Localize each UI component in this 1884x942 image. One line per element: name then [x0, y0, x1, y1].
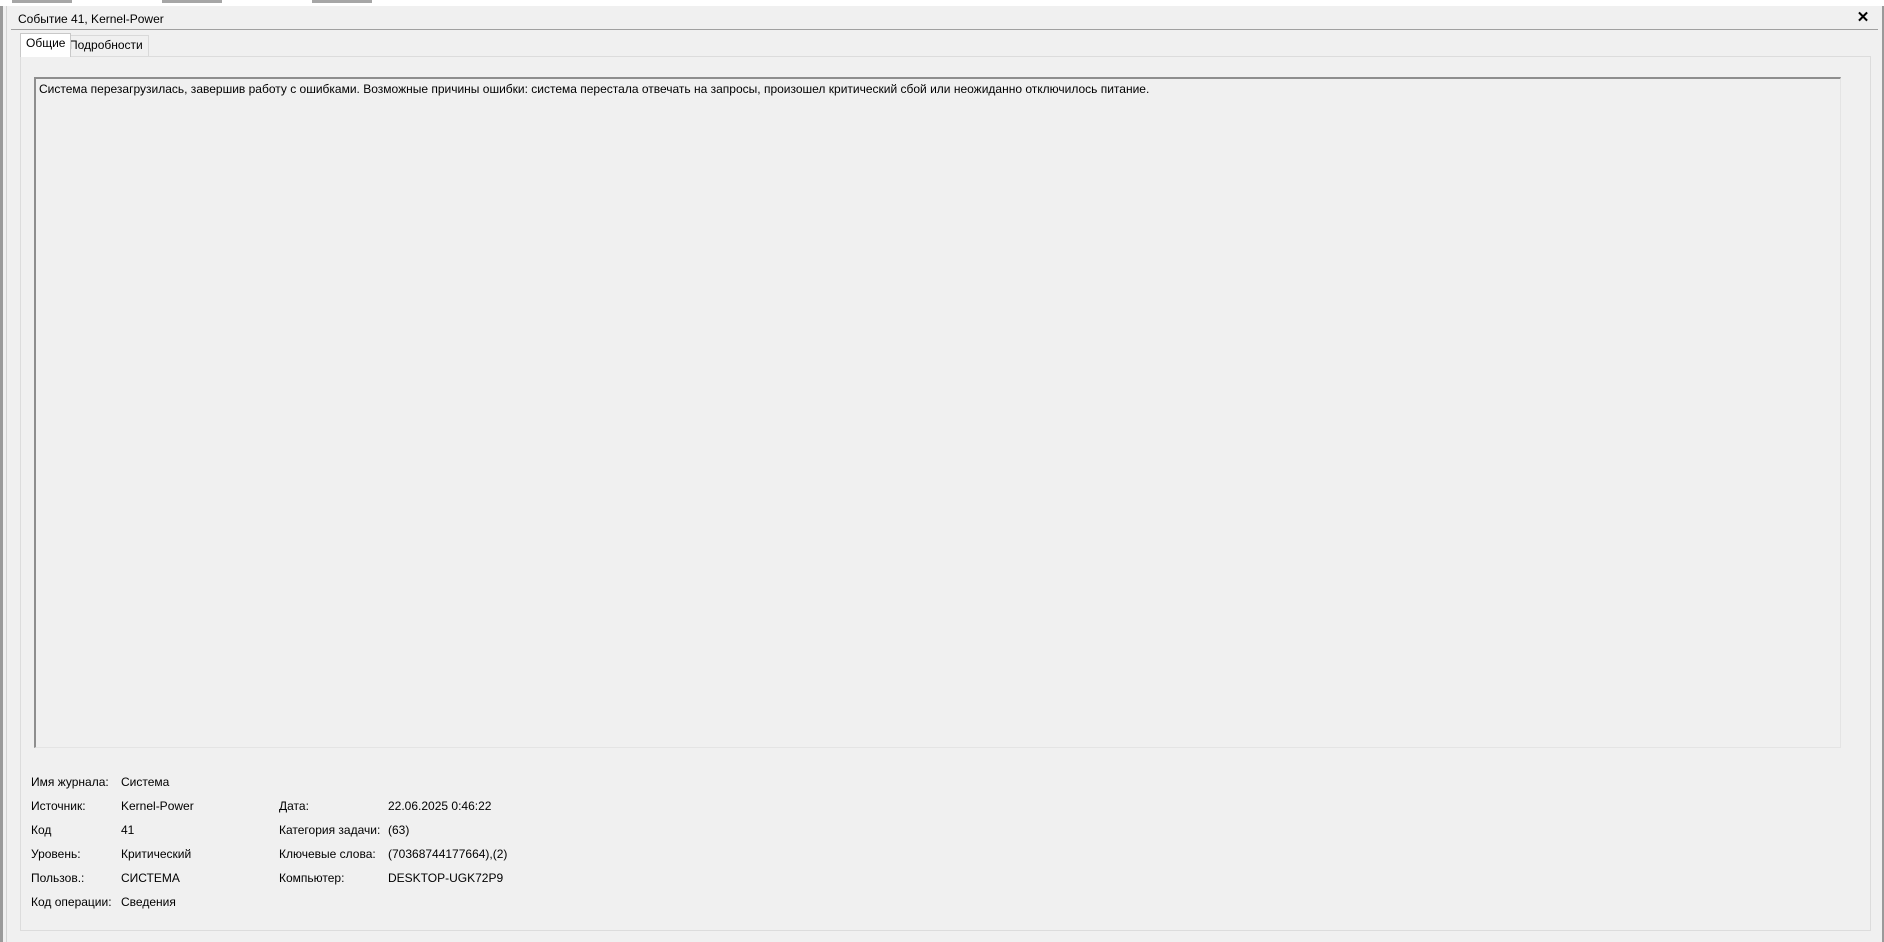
task-category-label: Категория задачи: [279, 823, 381, 837]
window-title: Событие 41, Kernel-Power [18, 12, 164, 26]
source-value: Kernel-Power [121, 799, 194, 813]
level-value: Критический [121, 847, 192, 861]
code-label: Код [31, 823, 52, 837]
keywords-value: (70368744177664),(2) [388, 847, 508, 861]
opcode-value: Сведения [121, 895, 176, 909]
event-description: Система перезагрузилась, завершив работу… [39, 82, 1150, 96]
close-icon: ✕ [1856, 9, 1870, 26]
keywords-label: Ключевые слова: [279, 847, 376, 861]
background-list-row [12, 0, 432, 3]
date-value: 22.06.2025 0:46:22 [388, 799, 492, 813]
general-tab-panel: Система перезагрузилась, завершив работу… [20, 56, 1871, 931]
opcode-label: Код операции: [31, 895, 112, 909]
tab-general[interactable]: Общие [20, 33, 72, 57]
date-label: Дата: [279, 799, 309, 813]
title-bar: Событие 41, Kernel-Power ✕ [11, 6, 1878, 30]
log-name-value: Система [121, 775, 170, 789]
user-label: Пользов.: [31, 871, 85, 885]
tab-details[interactable]: Подробности [63, 35, 149, 56]
description-box[interactable]: Система перезагрузилась, завершив работу… [34, 77, 1841, 748]
computer-label: Компьютер: [279, 871, 345, 885]
task-category-value: (63) [388, 823, 410, 837]
computer-value: DESKTOP-UGK72P9 [388, 871, 504, 885]
user-value: СИСТЕМА [121, 871, 180, 885]
level-label: Уровень: [31, 847, 81, 861]
code-value: 41 [121, 823, 135, 837]
log-name-label: Имя журнала: [31, 775, 109, 789]
source-label: Источник: [31, 799, 86, 813]
close-button[interactable]: ✕ [1854, 9, 1872, 27]
